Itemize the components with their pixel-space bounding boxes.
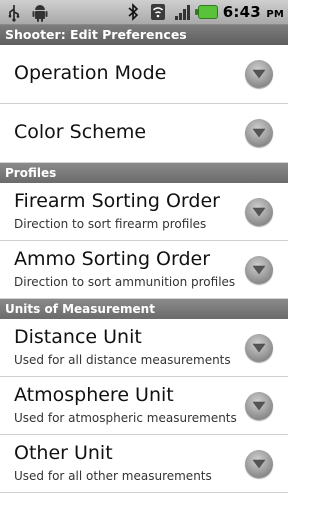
pref-summary: Direction to sort ammunition profiles (14, 275, 236, 289)
pref-title: Ammo Sorting Order (14, 248, 211, 270)
pref-summary: Used for all other measurements (14, 469, 212, 483)
section-header-profiles: Profiles (0, 163, 288, 183)
pref-title: Atmosphere Unit (14, 384, 174, 406)
pref-ammo-sorting-order[interactable]: Ammo Sorting Order Direction to sort amm… (0, 241, 288, 299)
bluetooth-icon (123, 2, 143, 22)
pref-summary: Direction to sort firearm profiles (14, 217, 207, 231)
dropdown-arrow-icon[interactable] (245, 392, 273, 420)
usb-icon (4, 3, 24, 23)
pref-title: Distance Unit (14, 326, 142, 348)
dropdown-arrow-icon[interactable] (245, 334, 273, 362)
status-time: 6:43 PM (222, 3, 284, 21)
android-icon (30, 3, 50, 23)
pref-title: Operation Mode (14, 62, 167, 84)
pref-firearm-sorting-order[interactable]: Firearm Sorting Order Direction to sort … (0, 183, 288, 241)
pref-title: Firearm Sorting Order (14, 190, 220, 212)
pref-atmosphere-unit[interactable]: Atmosphere Unit Used for atmospheric mea… (0, 377, 288, 435)
pref-summary: Used for atmospheric measurements (14, 411, 237, 425)
pref-color-scheme[interactable]: Color Scheme (0, 104, 288, 163)
dropdown-arrow-icon[interactable] (245, 198, 273, 226)
pref-title: Color Scheme (14, 121, 147, 143)
dropdown-arrow-icon[interactable] (245, 119, 273, 147)
dropdown-arrow-icon[interactable] (245, 256, 273, 284)
pref-title: Other Unit (14, 442, 113, 464)
status-bar: 6:43 PM (0, 0, 288, 25)
signal-icon (173, 2, 193, 22)
pref-distance-unit[interactable]: Distance Unit Used for all distance meas… (0, 319, 288, 377)
pref-operation-mode[interactable]: Operation Mode (0, 45, 288, 104)
pref-summary: Used for all distance measurements (14, 353, 231, 367)
dropdown-arrow-icon[interactable] (245, 60, 273, 88)
preferences-list: Operation Mode Color Scheme Profiles Fir… (0, 45, 288, 493)
dropdown-arrow-icon[interactable] (245, 450, 273, 478)
battery-icon (194, 2, 218, 22)
section-header-units: Units of Measurement (0, 299, 288, 319)
pref-other-unit[interactable]: Other Unit Used for all other measuremen… (0, 435, 288, 493)
window-title: Shooter: Edit Preferences (0, 25, 288, 45)
wifi-icon (148, 2, 168, 22)
